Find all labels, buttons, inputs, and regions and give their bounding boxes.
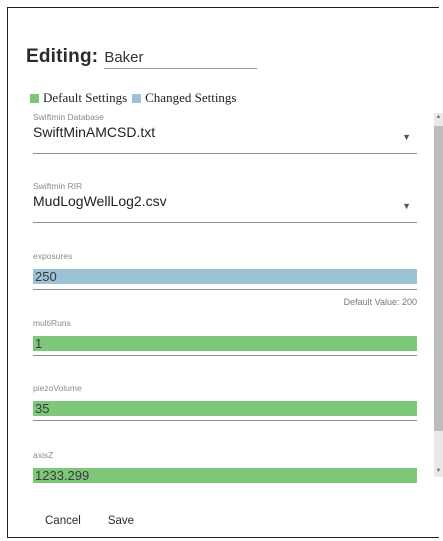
legend-default-swatch xyxy=(30,93,39,103)
settings-legend: Default Settings Changed Settings xyxy=(30,90,242,106)
exposures-input[interactable]: 250 xyxy=(33,269,417,284)
piezovolume-input[interactable]: 35 xyxy=(33,401,417,416)
piezovolume-field: piezoVolume 35 xyxy=(33,383,417,421)
title-row: Editing: Baker xyxy=(26,46,258,69)
edit-dialog: Editing: Baker Default Settings Changed … xyxy=(7,7,439,538)
cancel-button[interactable]: Cancel xyxy=(45,515,81,527)
axisz-label: axisZ xyxy=(33,450,54,460)
axisz-field: axisZ 1233.299 xyxy=(33,450,417,483)
database-label: Swiftmin Database xyxy=(33,112,104,122)
exposures-label: exposures xyxy=(33,251,73,261)
database-value[interactable]: SwiftMinAMCSD.txt xyxy=(33,124,417,140)
scroll-thumb[interactable] xyxy=(434,126,443,431)
axisz-input[interactable]: 1233.299 xyxy=(33,468,417,483)
database-select[interactable]: Swiftmin Database SwiftMinAMCSD.txt ▼ xyxy=(33,112,417,154)
database-underline xyxy=(33,153,417,154)
scroll-down-icon[interactable]: ▼ xyxy=(434,467,443,475)
legend-changed: Changed Settings xyxy=(132,90,237,106)
name-input[interactable]: Baker xyxy=(104,49,258,69)
piezovolume-label: piezoVolume xyxy=(33,383,82,393)
caret-down-icon[interactable]: ▼ xyxy=(402,132,411,142)
rir-underline xyxy=(33,222,417,223)
multiruns-field: multiRuns 1 xyxy=(33,318,417,356)
caret-down-icon[interactable]: ▼ xyxy=(402,201,411,211)
exposures-underline xyxy=(33,289,417,290)
legend-default-label: Default Settings xyxy=(43,90,128,105)
rir-value[interactable]: MudLogWellLog2.csv xyxy=(33,193,417,209)
exposures-default-hint: Default Value: 200 xyxy=(343,297,417,307)
exposures-field: exposures 250 Default Value: 200 xyxy=(33,251,417,307)
scroll-up-icon[interactable]: ▲ xyxy=(434,113,443,121)
rir-select[interactable]: Swiftmin RIR MudLogWellLog2.csv ▼ xyxy=(33,181,417,223)
vertical-scrollbar[interactable]: ▲ ▼ xyxy=(434,113,443,477)
piezovolume-underline xyxy=(33,420,417,421)
dialog-actions: Cancel Save xyxy=(45,515,161,527)
legend-default: Default Settings xyxy=(30,90,127,106)
multiruns-underline xyxy=(33,355,417,356)
editing-label: Editing: xyxy=(26,46,99,67)
multiruns-input[interactable]: 1 xyxy=(33,336,417,351)
legend-changed-swatch xyxy=(132,93,142,103)
multiruns-label: multiRuns xyxy=(33,318,71,328)
save-button[interactable]: Save xyxy=(108,515,134,527)
legend-changed-label: Changed Settings xyxy=(145,90,237,105)
settings-scroll-area[interactable]: Swiftmin Database SwiftMinAMCSD.txt ▼ Sw… xyxy=(33,112,425,484)
rir-label: Swiftmin RIR xyxy=(33,181,83,191)
